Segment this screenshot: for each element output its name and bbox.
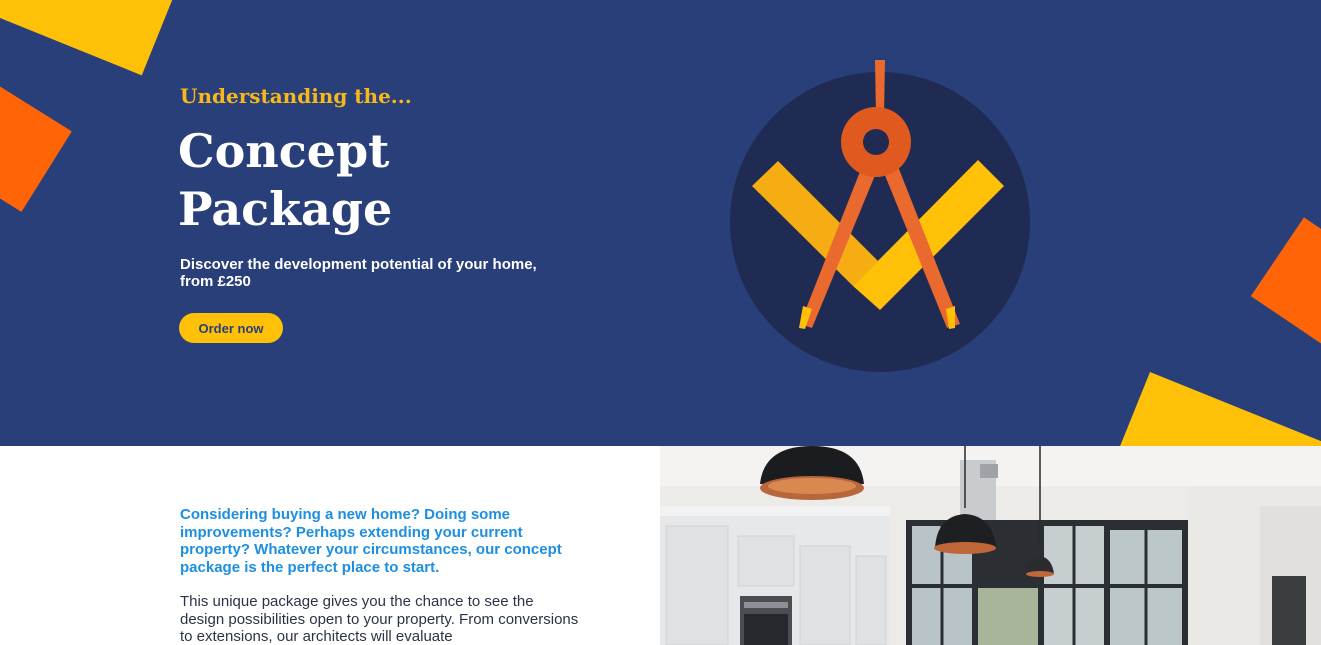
compass-checkmark-icon xyxy=(730,60,1030,372)
hero-kicker: Understanding the... xyxy=(180,84,412,108)
decorative-yellow-shape xyxy=(1090,372,1321,446)
decorative-yellow-shape xyxy=(0,0,183,76)
order-now-button[interactable]: Order now xyxy=(179,313,283,343)
hero-banner: Understanding the... Concept Package Dis… xyxy=(0,0,1321,446)
page-title: Concept Package xyxy=(178,124,393,236)
hero-subtitle: Discover the development potential of yo… xyxy=(180,256,537,290)
intro-lead-text: Considering buying a new home? Doing som… xyxy=(180,506,562,576)
intro-body-text: This unique package gives you the chance… xyxy=(180,593,579,645)
kitchen-interior-image xyxy=(660,446,1321,645)
decorative-orange-shape xyxy=(1250,217,1321,358)
decorative-orange-shape xyxy=(0,73,72,212)
